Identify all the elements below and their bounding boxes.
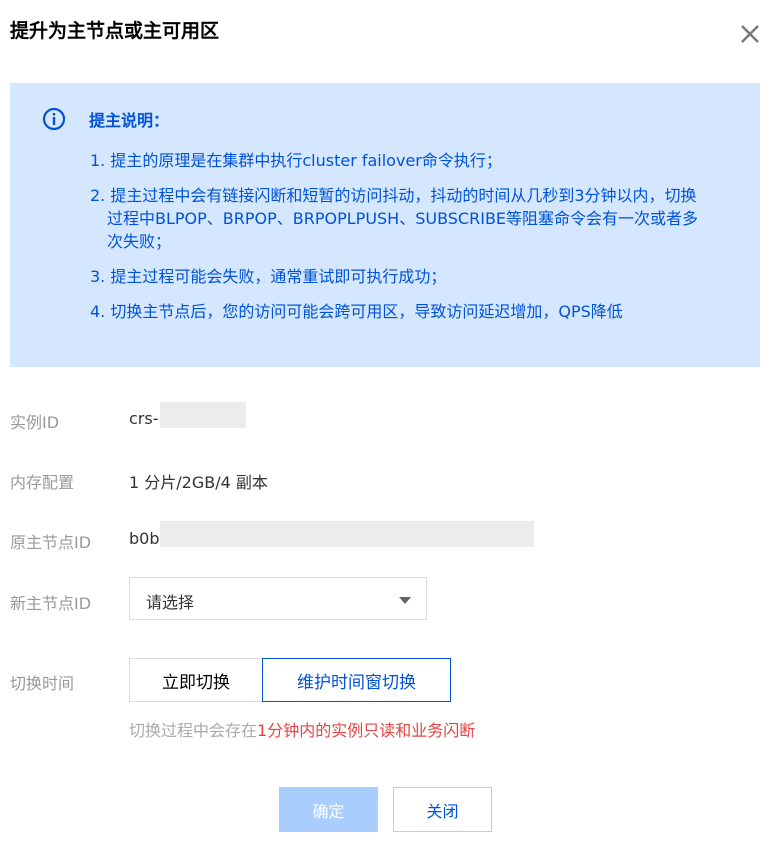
close-button[interactable]: 关闭	[393, 787, 492, 832]
confirm-button[interactable]: 确定	[279, 787, 378, 832]
hint-prefix: 切换过程中会存在	[129, 721, 258, 740]
notice-item: 1. 提主的原理是在集群中执行cluster failover命令执行；	[90, 151, 502, 170]
chevron-down-icon	[399, 597, 411, 604]
notice-list: 1. 提主的原理是在集群中执行cluster failover命令执行； 2. …	[90, 149, 700, 335]
notice-item: 2. 提主过程中会有链接闪断和短暂的访问抖动，抖动的时间从几秒到3分钟以内，切换…	[90, 186, 699, 251]
redaction-mask	[160, 402, 246, 428]
instance-id-label: 实例ID	[10, 413, 60, 432]
notice-item: 4. 切换主节点后，您的访问可能会跨可用区，导致访问延迟增加，QPS降低	[90, 302, 623, 321]
notice-box: 提主说明： 1. 提主的原理是在集群中执行cluster failover命令执…	[10, 83, 760, 367]
switch-hint: 切换过程中会存在1分钟内的实例只读和业务闪断	[129, 717, 475, 741]
memory-config-value: 1 分片/2GB/4 副本	[129, 473, 268, 492]
memory-config-label: 内存配置	[10, 473, 75, 492]
redaction-mask	[160, 521, 534, 547]
old-master-id-value: b0b	[129, 529, 160, 548]
notice-title: 提主说明：	[89, 111, 170, 130]
new-master-id-select[interactable]: 请选择	[129, 577, 427, 620]
select-placeholder: 请选择	[146, 593, 195, 612]
switch-time-label: 切换时间	[10, 674, 75, 693]
old-master-id-label: 原主节点ID	[10, 533, 92, 552]
instance-id-value: crs-	[129, 409, 159, 428]
switch-maintenance-window-option[interactable]: 维护时间窗切换	[262, 658, 451, 702]
close-icon[interactable]	[738, 22, 762, 46]
info-icon	[42, 107, 66, 131]
dialog-title: 提升为主节点或主可用区	[10, 20, 220, 42]
switch-now-option[interactable]: 立即切换	[129, 658, 263, 702]
notice-item: 3. 提主过程可能会失败，通常重试即可执行成功；	[90, 267, 447, 286]
hint-warning: 1分钟内的实例只读和业务闪断	[257, 721, 476, 740]
new-master-id-label: 新主节点ID	[10, 594, 92, 613]
